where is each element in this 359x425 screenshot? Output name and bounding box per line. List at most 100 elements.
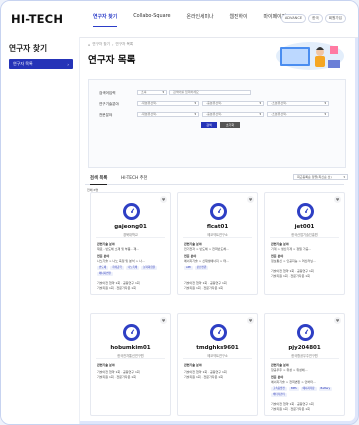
expertise-value: 에너지기술 > 전력변환 > 인버터... [271, 380, 316, 384]
sidebar: 연구자 찾기 연구자 목록 › [1, 37, 80, 424]
avatar [210, 203, 227, 220]
researcher-name[interactable]: jet001 [265, 224, 344, 230]
tech-field-value: 기계 > 생산기계 > 정밀 가공... [271, 247, 312, 251]
keyword-tag[interactable]: BMS [288, 387, 299, 391]
researcher-card[interactable]: ♥ tmdghks9601 에코넥트연구소 관련기술 분야 기술이전 협약 1회… [177, 313, 258, 416]
tech-middle-select[interactable]: -중분류선택- ▾ [202, 101, 264, 106]
heart-icon[interactable]: ♥ [160, 196, 167, 203]
tag-list: 고속충방전 BMS 에너지저장 Battery 배터리관리 [271, 387, 341, 397]
chevron-down-icon: ▾ [162, 90, 164, 94]
main-nav: 연구자 찾기 Collabo-Square 온라인세미나 웹진하이 마이페이지 [93, 13, 286, 27]
heart-icon[interactable]: ♥ [247, 196, 254, 203]
tab-search-results[interactable]: 검색 목록 [90, 175, 107, 185]
breadcrumb-item-current: 연구자 목록 [115, 42, 134, 46]
expertise-middle-select[interactable]: -중분류선택- ▾ [202, 112, 264, 117]
collab-stat-2: 기술지원 1회 · 전문가자문 1회 [271, 407, 310, 411]
collab-stat-2: 기술지원 1회 · 전문가자문 1회 [184, 375, 223, 379]
researcher-card[interactable]: ♥ gajeong01 경북대학교 관련기술 분야 재료 - 반도체 소재 및 … [90, 192, 171, 295]
keyword-type-select[interactable]: 소속 ▾ [137, 90, 167, 95]
main-content: ⌂ 연구자 찾기 › 연구자 목록 연구자 목록 검색어입력 소속 ▾ 검색어를 … [85, 37, 350, 424]
researcher-card[interactable]: ♥ flcat01 에코넥트연구소 관련기술 분야 전기전자 > 반도체 > 전… [177, 192, 258, 295]
reset-button[interactable]: 초기화 [220, 122, 240, 128]
researcher-name[interactable]: gajeong01 [91, 224, 170, 230]
expertise-minor-select[interactable]: -소분류선택- ▾ [267, 112, 329, 117]
researcher-name[interactable]: tmdghks9601 [178, 345, 257, 351]
home-icon[interactable]: ⌂ [88, 43, 90, 47]
collab-stat-1: 기술이전 협약 1회 · 공동연구 1회 [184, 370, 227, 374]
tech-field-label: 관련기술 분야 [97, 242, 115, 246]
chevron-down-icon: ▾ [194, 101, 196, 105]
tech-field-value: 항공우주 > 위성 > 위성체... [271, 368, 308, 372]
search-button[interactable]: 검색 [201, 122, 217, 128]
tech-field-label: 관련기술 분야 [184, 242, 202, 246]
divider [183, 358, 252, 359]
chevron-down-icon: ▾ [324, 112, 326, 116]
collab-stat-2: 기술지원 1회 · 전문가자문 1회 [184, 286, 223, 290]
chevron-down-icon: ▾ [259, 101, 261, 105]
advance-link[interactable]: ADVANCE [280, 14, 307, 23]
search-filter-panel: 검색어입력 소속 ▾ 검색어를 입력하세요 연구기술분야 -대분류선택- ▾ -중분… [88, 79, 346, 168]
expertise-value: 정보통신 > 인공지능 > 머신러닝... [271, 259, 316, 263]
chevron-right-icon: › [67, 61, 69, 67]
researcher-card[interactable]: ♥ pjy204801 한국항공우주연구원 관련기술 분야 항공우주 > 위성 … [264, 313, 345, 416]
expertise-major-select[interactable]: -대분류선택- ▾ [137, 112, 199, 117]
filter-label-expertise: 전문분야 [99, 113, 113, 117]
chevron-down-icon: ▾ [194, 112, 196, 116]
nav-researcher-search[interactable]: 연구자 찾기 [93, 13, 117, 27]
keyword-tag[interactable]: 분자화합물 [141, 266, 158, 270]
expertise-value: 나노기술 > 나노 측정 및 분석 > 나... [97, 259, 145, 263]
breadcrumb-item[interactable]: 연구자 찾기 [92, 42, 110, 47]
researcher-illustration [276, 42, 344, 70]
filter-label-keyword: 검색어입력 [99, 91, 116, 95]
keyword-tag[interactable]: 반도체 [97, 266, 109, 270]
researcher-name[interactable]: hobumkim01 [91, 345, 170, 351]
researcher-card[interactable]: ♥ hobumkim01 한국전자통신연구원 관련기술 분야 기술이전 협약 1… [90, 313, 171, 416]
heart-icon[interactable]: ♥ [247, 317, 254, 324]
researcher-name[interactable]: flcat01 [178, 224, 257, 230]
heart-icon[interactable]: ♥ [334, 317, 341, 324]
sidebar-item-researcher-list[interactable]: 연구자 목록 › [9, 59, 73, 69]
keyword-tag[interactable]: 에너지저장 [300, 387, 317, 391]
language-select[interactable]: 한국 [308, 14, 323, 23]
heart-icon[interactable]: ♥ [334, 196, 341, 203]
divider [270, 237, 339, 238]
keyword-tag[interactable]: 촉매공학 [110, 266, 124, 270]
keyword-tag[interactable]: AMI [184, 266, 193, 270]
app-window: HI-TECH 연구자 찾기 Collabo-Square 온라인세미나 웹진하… [0, 0, 359, 425]
divider [96, 237, 165, 238]
keyword-tag[interactable]: 고속충방전 [271, 387, 287, 391]
collab-stat-1: 기술이전 협약 1회 · 공동연구 1회 [184, 281, 227, 285]
researcher-card[interactable]: ♥ jet001 한국산업기술진흥원 관련기술 분야 기계 > 생산기계 > 정… [264, 192, 345, 295]
keyword-tag[interactable]: 에너지변환 [97, 272, 113, 276]
keyword-tag[interactable]: Battery [318, 387, 333, 391]
filter-label-tech-field: 연구기술분야 [99, 102, 119, 106]
tech-field-label: 관련기술 분야 [97, 363, 115, 367]
expertise-label: 전문 분야 [271, 254, 284, 258]
researcher-name[interactable]: pjy204801 [265, 345, 344, 351]
tag-list: AMI 분산전원 [184, 266, 254, 270]
collab-stat-2: 기술지원 1회 · 전문가자문 1회 [97, 286, 136, 290]
expertise-label: 전문 분야 [184, 254, 197, 258]
collab-stat-1: 기술이전 협약 1회 · 공동연구 1회 [271, 402, 314, 406]
sort-select[interactable]: 최근등록순 정렬(최신순 선) ▾ [293, 174, 348, 180]
nav-collabo-square[interactable]: Collabo-Square [133, 13, 170, 27]
expertise-label: 전문 분야 [97, 254, 110, 258]
keyword-tag[interactable]: 분산전원 [194, 266, 209, 270]
keyword-input[interactable]: 검색어를 입력하세요 [169, 90, 251, 95]
tech-field-value: 전기전자 > 반도체 > 전력반도체... [184, 247, 229, 251]
expertise-value: 에너지기술 > 신재생에너지 > 태... [184, 259, 229, 263]
keyword-tag[interactable]: 나노촉매 [125, 266, 140, 270]
tab-hitech-recommend[interactable]: HI-TECH 추천 [121, 175, 148, 181]
site-logo[interactable]: HI-TECH [11, 12, 63, 26]
tech-field-label: 관련기술 분야 [184, 363, 202, 367]
expertise-label: 전문 분야 [271, 375, 284, 379]
heart-icon[interactable]: ♥ [160, 317, 167, 324]
keyword-tag[interactable]: 배터리관리 [271, 393, 287, 397]
tag-list: 반도체 촉매공학 나노촉매 분자화합물에너지변환 [97, 266, 167, 276]
signup-link[interactable]: 회원가입 [324, 14, 346, 23]
nav-online-seminar[interactable]: 온라인세미나 [187, 13, 214, 27]
breadcrumb: ⌂ 연구자 찾기 › 연구자 목록 [88, 42, 134, 47]
tech-minor-select[interactable]: -소분류선택- ▾ [267, 101, 329, 106]
nav-webzine[interactable]: 웹진하이 [230, 13, 248, 27]
tech-major-select[interactable]: -대분류선택- ▾ [137, 101, 199, 106]
